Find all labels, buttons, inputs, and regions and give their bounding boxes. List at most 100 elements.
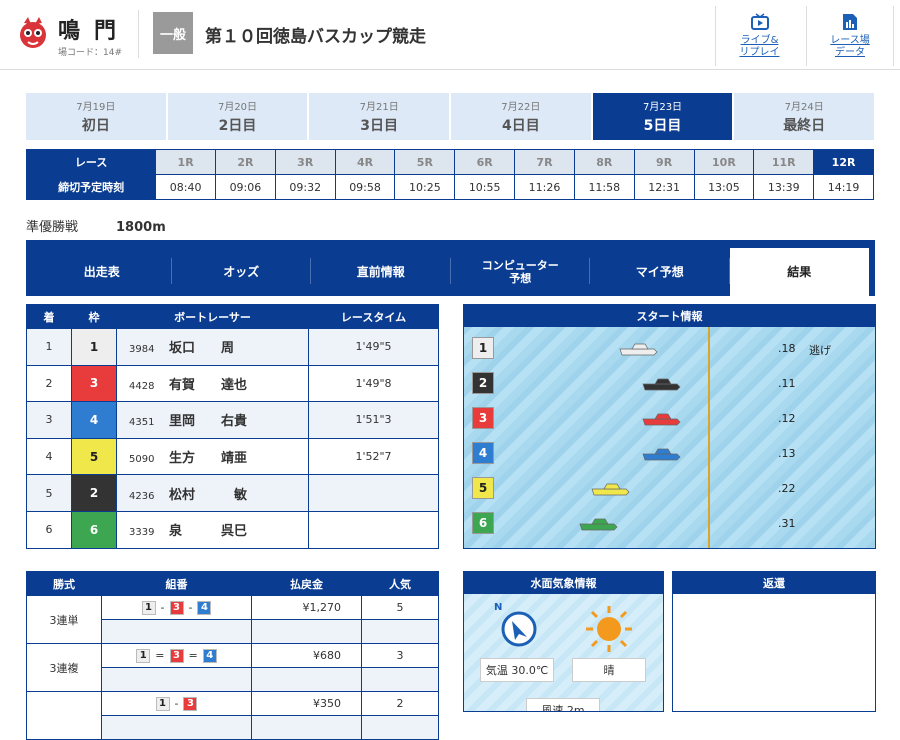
- race-schedule-table: レース 1R 2R 3R 4R 5R 6R 7R 8R 9R 10R 11R 12R 締切予定時刻 08:4…: [25, 149, 874, 200]
- day-tab-label: 2日目: [218, 118, 257, 134]
- start-waku: 2: [472, 372, 494, 394]
- site-header: 鳴門 場コード：14# 一般 第１０回徳島バスカップ競走 ライブ& リプレイ レ…: [0, 0, 900, 70]
- start-info-title: スタート情報: [464, 305, 875, 327]
- day-tab[interactable]: 7月23日 5日目: [592, 93, 733, 140]
- result-racer: 3984 坂口 周: [116, 328, 309, 366]
- combo-boat: 1: [136, 648, 151, 663]
- kimarite: 逃げ: [809, 344, 831, 357]
- result-waku: 4: [71, 401, 117, 439]
- day-tab-date: 7月19日: [76, 102, 116, 113]
- stadium-data-label: レース場 データ: [830, 35, 870, 58]
- race-subtitle: 準優勝戦 1800m: [26, 216, 166, 235]
- day-tab-label: 4日目: [501, 118, 540, 134]
- day-tab-date: 7月20日: [217, 102, 258, 113]
- race-number-tab[interactable]: 12R: [813, 149, 874, 175]
- payout-combo: 1-3-4: [101, 595, 252, 620]
- result-racer: 5090 生方 靖亜: [116, 437, 309, 476]
- weather-title: 水面気象情報: [464, 572, 663, 594]
- content-tab[interactable]: マイ予想: [590, 248, 730, 296]
- start-row: 1 .18 逃げ: [472, 337, 867, 361]
- race-number-tab[interactable]: 5R: [394, 149, 456, 175]
- bet-type: [26, 691, 102, 740]
- payout-blank-cell: [361, 715, 439, 740]
- racer-name[interactable]: 泉 呉巳: [169, 520, 259, 539]
- combo-separator: =: [188, 649, 198, 663]
- start-row: 2.11: [472, 372, 867, 396]
- race-deadline-time: 12:31: [633, 174, 695, 200]
- result-waku: 6: [71, 510, 117, 549]
- day-tab[interactable]: 7月21日 3日目: [309, 93, 450, 140]
- payout-popularity: 5: [361, 595, 439, 620]
- day-tab-date: 7月23日: [642, 102, 683, 113]
- race-number-tab[interactable]: 7R: [514, 149, 575, 175]
- document-chart-icon: [843, 14, 857, 30]
- race-deadline-time: 11:26: [514, 174, 575, 200]
- content-tab[interactable]: 結果: [729, 248, 869, 296]
- start-timing: .13: [778, 447, 796, 460]
- racer-name[interactable]: 生方 靖亜: [169, 447, 259, 466]
- live-replay-button[interactable]: ライブ& リプレイ: [715, 6, 803, 66]
- result-rank: 5: [26, 474, 72, 512]
- combo-separator: =: [155, 649, 165, 663]
- day-tab[interactable]: 7月22日 4日目: [451, 93, 591, 140]
- col-popularity: 人気: [361, 571, 439, 596]
- racer-name[interactable]: 有賀 達也: [169, 374, 259, 393]
- start-waku: 6: [472, 512, 494, 534]
- bet-type: 3連単: [26, 595, 102, 644]
- race-number-tab[interactable]: 9R: [633, 149, 695, 175]
- content-tab[interactable]: 直前情報: [311, 248, 451, 296]
- combo-boat: 3: [169, 600, 184, 615]
- weather-condition-box: 晴: [572, 658, 646, 682]
- racer-name[interactable]: 里岡 右貴: [169, 410, 259, 429]
- race-number-tab[interactable]: 1R: [155, 149, 217, 175]
- content-tab[interactable]: オッズ: [172, 248, 312, 296]
- result-rank: 3: [26, 401, 72, 439]
- result-race-time: 1'49"5: [308, 328, 439, 366]
- racer-number: 4351: [129, 417, 155, 429]
- racer-name[interactable]: 松村 敏: [169, 484, 259, 503]
- start-waku: 1: [472, 337, 494, 359]
- race-number-tab[interactable]: 8R: [573, 149, 635, 175]
- content-tab[interactable]: コンピューター 予想: [451, 248, 591, 296]
- boat-icon: [642, 448, 681, 461]
- day-tab[interactable]: 7月24日 最終日: [734, 93, 875, 140]
- day-tab-label: 初日: [81, 118, 110, 134]
- content-tab[interactable]: 出走表: [32, 248, 172, 296]
- refund-title: 返還: [673, 572, 875, 594]
- combo-boat: 3: [169, 648, 184, 663]
- result-row: 4 5 5090 生方 靖亜 1'52"7: [26, 437, 439, 476]
- result-waku: 3: [71, 364, 117, 403]
- combo-boat: 1: [155, 696, 170, 711]
- col-bet-type: 勝式: [26, 571, 102, 596]
- col-combo: 組番: [101, 571, 252, 596]
- payout-blank-cell: [251, 715, 362, 740]
- col-racer: ボートレーサー: [116, 304, 309, 329]
- result-racer: 4351 里岡 右貴: [116, 401, 309, 439]
- result-rank: 1: [26, 328, 72, 366]
- payout-blank-cell: [361, 619, 439, 644]
- combo-boat: 3: [183, 696, 198, 711]
- payout-row: 3連複 1 = 3 = 4 ¥680 3: [26, 643, 439, 692]
- content-tabs: 出走表 オッズ 直前情報 コンピューター 予想 マイ予想 結果: [26, 240, 875, 296]
- racer-name[interactable]: 坂口 周: [169, 337, 259, 356]
- result-rank: 2: [26, 364, 72, 403]
- race-number-tab[interactable]: 6R: [454, 149, 516, 175]
- race-number-tab[interactable]: 3R: [274, 149, 336, 175]
- day-tab-date: 7月21日: [359, 102, 399, 113]
- stadium-name: 鳴門: [58, 19, 131, 44]
- race-deadline-time: 09:58: [334, 174, 396, 200]
- race-number-tab[interactable]: 2R: [215, 149, 276, 175]
- combo-separator: -: [160, 601, 165, 615]
- day-tab[interactable]: 7月19日初日: [26, 93, 166, 140]
- race-deadline-time: 09:32: [274, 174, 336, 200]
- day-tab-date: 7月22日: [501, 102, 541, 113]
- start-waku: 4: [472, 442, 494, 464]
- day-tab[interactable]: 7月20日 2日目: [167, 93, 308, 140]
- race-number-tab[interactable]: 11R: [753, 149, 815, 175]
- day-tab-label: 最終日: [783, 118, 826, 134]
- start-row: 4.13: [472, 442, 867, 466]
- race-number-tab[interactable]: 4R: [334, 149, 396, 175]
- race-number-tab[interactable]: 10R: [693, 149, 755, 175]
- boat-icon: [642, 413, 681, 426]
- stadium-data-button[interactable]: レース場 データ: [806, 6, 894, 66]
